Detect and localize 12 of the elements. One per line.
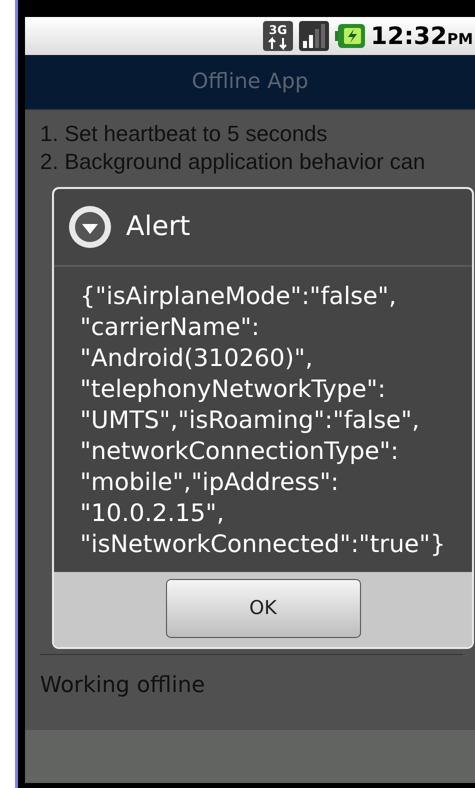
clock-time: 12:32 PM	[370, 21, 473, 52]
battery-charging-icon	[334, 24, 365, 48]
app-title-bar: Offline App	[25, 55, 475, 110]
dialog-title: Alert	[126, 210, 190, 244]
dialog-message: {"isAirplaneMode":"false", "carrierName": "Android(310260)", "telephonyNetworkType": "UMTS","isRoaming":"false", "networkConnectionType": "mobile","ipAddress": "10.0.2.15", "isNetworkConnected":"true"}	[79, 281, 446, 560]
ok-button[interactable]: OK	[166, 579, 360, 638]
mobile-data-icon: 3G	[262, 21, 293, 51]
signal-icon	[298, 21, 329, 51]
instruction-text: 2. Background application behavior can	[40, 148, 426, 176]
status-text: Working offline	[40, 672, 206, 700]
alert-icon	[68, 205, 112, 249]
instruction-text: 1. Set heartbeat to 5 seconds	[40, 120, 328, 148]
